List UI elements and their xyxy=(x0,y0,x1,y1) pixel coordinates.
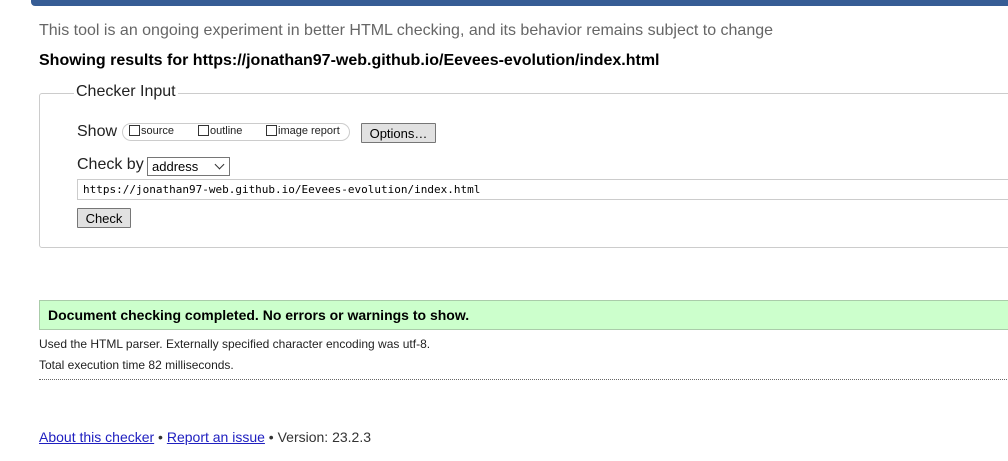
checker-input-legend: Checker Input xyxy=(74,83,178,101)
outline-option-label: outline xyxy=(210,125,243,137)
image-report-option-label: image report xyxy=(278,125,340,137)
check-by-select[interactable]: address xyxy=(147,157,230,176)
check-by-label: Check by xyxy=(77,156,144,173)
outline-option[interactable]: outline xyxy=(198,125,242,137)
footer: About this checker • Report an issue • V… xyxy=(39,429,371,445)
check-button[interactable]: Check xyxy=(77,208,131,228)
execution-time-note: Total execution time 82 milliseconds. xyxy=(39,358,234,372)
report-issue-link[interactable]: Report an issue xyxy=(167,429,265,445)
outline-checkbox[interactable] xyxy=(198,125,209,136)
image-report-option[interactable]: image report xyxy=(266,125,340,137)
chevron-down-icon xyxy=(214,159,225,170)
tagline-text: This tool is an ongoing experiment in be… xyxy=(39,22,774,39)
source-option[interactable]: source xyxy=(129,125,174,137)
top-header-bar xyxy=(31,0,1008,6)
divider xyxy=(39,379,1008,380)
show-label: Show xyxy=(77,123,118,140)
url-input[interactable]: https://jonathan97-web.github.io/Eevees-… xyxy=(77,179,1008,200)
version-text: • Version: 23.2.3 xyxy=(264,429,372,445)
about-checker-link[interactable]: About this checker xyxy=(39,429,154,445)
parser-note: Used the HTML parser. Externally specifi… xyxy=(39,337,431,351)
options-button[interactable]: Options… xyxy=(361,123,436,143)
image-report-checkbox[interactable] xyxy=(266,125,277,136)
check-by-selected-value: address xyxy=(152,159,199,174)
results-heading: Showing results for https://jonathan97-w… xyxy=(39,52,660,69)
source-option-label: source xyxy=(141,125,175,137)
source-checkbox[interactable] xyxy=(129,125,140,136)
success-message: Document checking completed. No errors o… xyxy=(39,300,1008,330)
footer-separator: • xyxy=(154,429,167,445)
